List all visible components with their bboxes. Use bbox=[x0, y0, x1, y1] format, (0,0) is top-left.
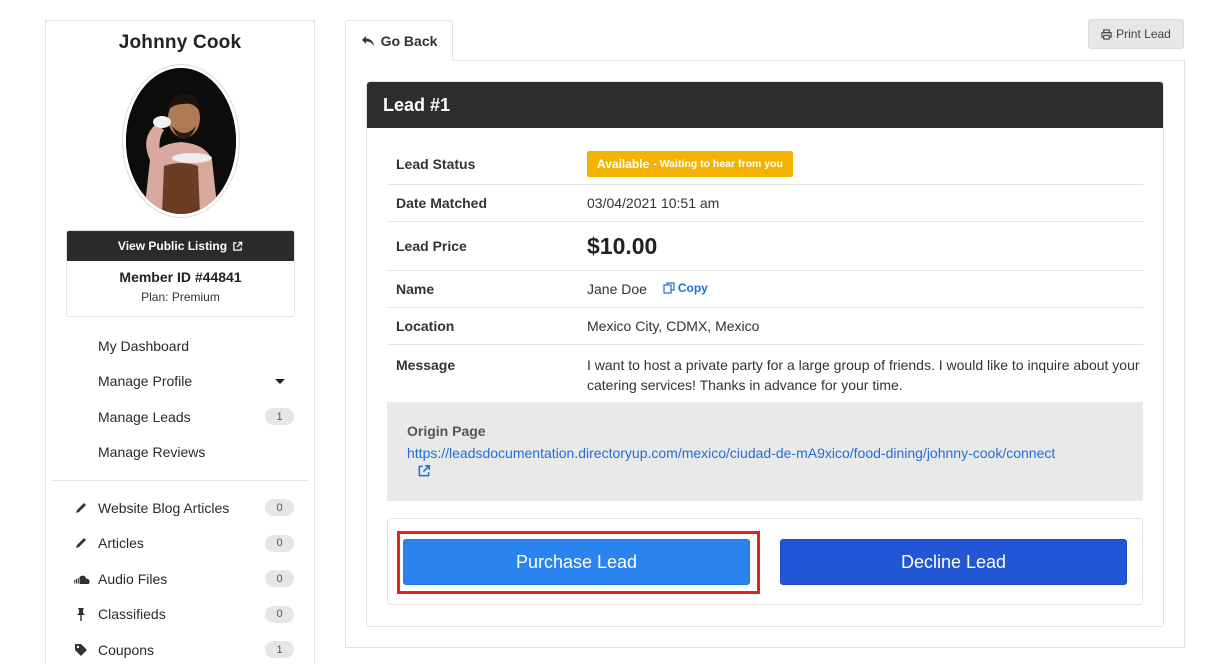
count-badge: 0 bbox=[265, 605, 294, 623]
sidebar-item-manage-leads[interactable]: Manage Leads 1 bbox=[46, 399, 314, 435]
sidebar-item-audio-files[interactable]: Audio Files 0 bbox=[46, 561, 314, 597]
pencil-icon bbox=[72, 536, 90, 550]
date-matched-value: 03/04/2021 10:51 am bbox=[587, 195, 720, 211]
sidebar-item-label: My Dashboard bbox=[98, 337, 190, 354]
status-badge: Available - Waiting to hear from you bbox=[587, 150, 793, 177]
date-matched-label: Date Matched bbox=[396, 195, 488, 211]
member-id: Member ID #44841 bbox=[119, 269, 242, 285]
avatar bbox=[122, 64, 240, 218]
lead-title: Lead #1 bbox=[367, 82, 1163, 128]
copy-icon bbox=[663, 282, 675, 294]
caret-down-icon[interactable] bbox=[275, 378, 285, 384]
lead-status-label: Lead Status bbox=[396, 155, 476, 172]
count-badge: 0 bbox=[265, 570, 294, 588]
sidebar-item-classifieds[interactable]: Classifieds 0 bbox=[46, 597, 314, 633]
count-badge: 0 bbox=[265, 534, 294, 552]
sidebar-item-label: Articles bbox=[98, 535, 144, 552]
view-public-listing-button[interactable]: View Public Listing bbox=[67, 231, 294, 261]
go-back-tab[interactable]: Go Back bbox=[345, 20, 453, 61]
sidebar-item-label: Website Blog Articles bbox=[98, 499, 230, 516]
message-value: I want to host a private party for a lar… bbox=[587, 357, 1140, 393]
view-public-listing-label: View Public Listing bbox=[117, 239, 228, 253]
table-row: Location Mexico City, CDMX, Mexico bbox=[387, 308, 1143, 345]
origin-page-title: Origin Page bbox=[407, 423, 486, 439]
table-row: Date Matched 03/04/2021 10:51 am bbox=[387, 185, 1143, 222]
sidebar-item-label: Classifieds bbox=[98, 606, 166, 623]
message-label: Message bbox=[396, 357, 456, 373]
go-back-label: Go Back bbox=[380, 32, 438, 49]
chef-photo-illustration bbox=[126, 68, 236, 214]
member-plan: Plan: Premium bbox=[141, 290, 220, 304]
location-value: Mexico City, CDMX, Mexico bbox=[587, 318, 760, 334]
sidebar-item-manage-profile[interactable]: Manage Profile bbox=[46, 364, 314, 400]
sidebar-item-articles[interactable]: Articles 0 bbox=[46, 526, 314, 562]
table-row: Lead Price $10.00 bbox=[387, 222, 1143, 271]
member-card: View Public Listing Member ID #44841 Pla… bbox=[66, 230, 295, 317]
sidebar-item-coupons[interactable]: Coupons 1 bbox=[46, 632, 314, 664]
sidebar-item-label: Manage Reviews bbox=[98, 444, 206, 461]
profile-photo bbox=[126, 68, 236, 214]
sidebar-item-website-blog-articles[interactable]: Website Blog Articles 0 bbox=[46, 490, 314, 526]
count-badge: 1 bbox=[265, 408, 294, 426]
name-value: Jane Doe bbox=[587, 281, 647, 297]
sidebar-item-my-dashboard[interactable]: My Dashboard bbox=[46, 328, 314, 364]
sidebar-menu: My Dashboard Manage Profile Manage Leads… bbox=[46, 328, 314, 664]
count-badge: 1 bbox=[265, 641, 294, 659]
decline-lead-button[interactable]: Decline Lead bbox=[780, 539, 1127, 585]
reply-arrow-icon bbox=[361, 35, 374, 46]
pin-icon bbox=[72, 607, 90, 622]
menu-divider bbox=[52, 480, 308, 481]
table-row: Message I want to host a private party f… bbox=[387, 345, 1143, 403]
soundcloud-icon bbox=[72, 573, 90, 585]
tag-icon bbox=[72, 643, 90, 657]
member-name: Johnny Cook bbox=[118, 32, 242, 53]
print-lead-button[interactable]: Print Lead bbox=[1088, 19, 1184, 49]
name-label: Name bbox=[396, 281, 435, 297]
print-lead-label: Print Lead bbox=[1116, 27, 1171, 41]
table-row: Lead Status Available - Waiting to hear … bbox=[387, 143, 1143, 185]
sidebar-item-label: Manage Profile bbox=[98, 373, 193, 390]
sidebar-item-label: Coupons bbox=[98, 641, 155, 658]
lead-price-label: Lead Price bbox=[396, 238, 467, 254]
copy-label: Copy bbox=[677, 281, 708, 295]
status-badge-subtext: - Waiting to hear from you bbox=[653, 157, 783, 170]
sidebar-item-label: Audio Files bbox=[98, 570, 168, 587]
external-link-icon bbox=[233, 241, 243, 251]
table-row: Name Jane Doe Copy bbox=[387, 271, 1143, 308]
origin-page-box: Origin Page https://leadsdocumentation.d… bbox=[387, 402, 1143, 501]
sidebar-item-manage-reviews[interactable]: Manage Reviews bbox=[46, 435, 314, 471]
status-badge-value: Available bbox=[597, 156, 650, 171]
count-badge: 0 bbox=[265, 499, 294, 517]
sidebar-item-label: Manage Leads bbox=[98, 408, 191, 425]
printer-icon bbox=[1101, 28, 1112, 40]
location-label: Location bbox=[396, 318, 455, 334]
lead-price-value: $10.00 bbox=[587, 232, 658, 259]
origin-page-link[interactable]: https://leadsdocumentation.directoryup.c… bbox=[407, 443, 1123, 478]
member-sidebar: Johnny Cook View Public Listing Member I… bbox=[45, 20, 315, 664]
purchase-lead-button[interactable]: Purchase Lead bbox=[403, 539, 750, 585]
origin-page-url[interactable]: https://leadsdocumentation.directoryup.c… bbox=[407, 445, 1055, 461]
lead-details-table: Lead Status Available - Waiting to hear … bbox=[387, 143, 1143, 403]
external-link-icon[interactable] bbox=[417, 464, 431, 478]
pencil-icon bbox=[72, 501, 90, 515]
copy-button[interactable]: Copy bbox=[663, 281, 708, 295]
